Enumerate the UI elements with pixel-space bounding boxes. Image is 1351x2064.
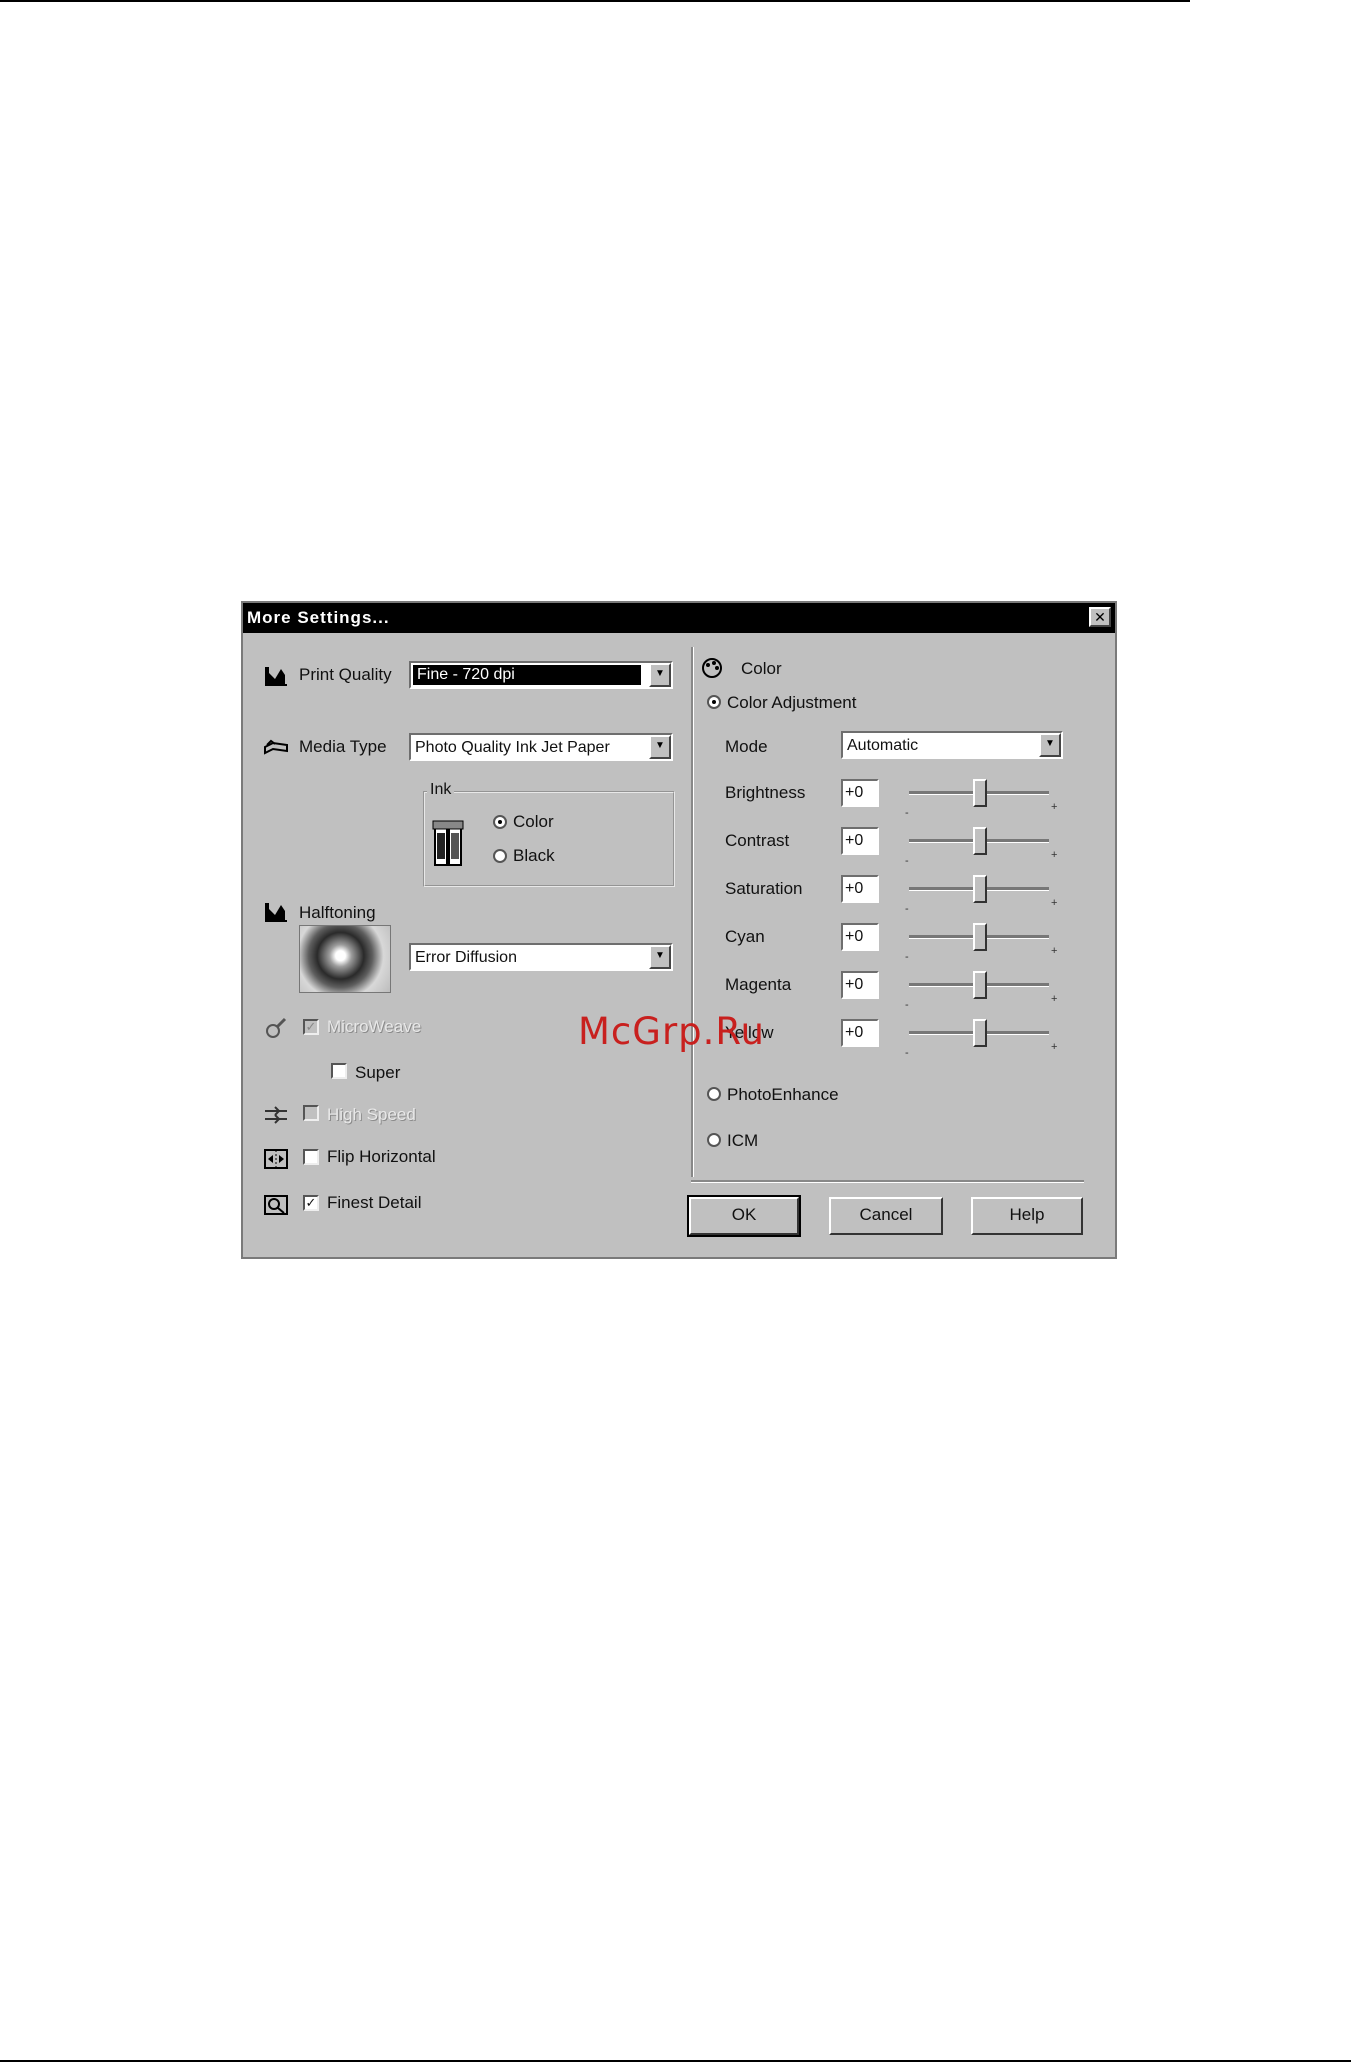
- slider-label-2: Saturation: [725, 879, 803, 898]
- cancel-button[interactable]: Cancel: [829, 1197, 943, 1235]
- photoenhance-label: PhotoEnhance: [727, 1085, 839, 1104]
- microweave-label: MicroWeave: [327, 1017, 422, 1036]
- finest-detail-icon: [264, 1195, 288, 1215]
- slider-max-tick-3: +: [1051, 945, 1058, 957]
- chevron-down-icon[interactable]: ▼: [649, 663, 671, 687]
- mode-select[interactable]: Automatic ▼: [841, 731, 1063, 759]
- slider-max-tick-5: +: [1051, 1041, 1058, 1053]
- print-quality-select[interactable]: Fine - 720 dpi ▼: [409, 661, 673, 689]
- microweave-checkbox[interactable]: ✓: [303, 1019, 319, 1035]
- media-type-select[interactable]: Photo Quality Ink Jet Paper ▼: [409, 733, 673, 761]
- chevron-down-icon[interactable]: ▼: [1039, 733, 1061, 757]
- slider-min-tick-2: -: [905, 903, 909, 915]
- ink-color-radio[interactable]: [493, 815, 507, 829]
- slider-label-3: Cyan: [725, 927, 765, 946]
- super-label: Super: [355, 1063, 401, 1082]
- horizontal-separator: [691, 1180, 1084, 1183]
- slider-min-tick-1: -: [905, 855, 909, 867]
- photoenhance-radio[interactable]: [707, 1087, 721, 1101]
- microweave-icon: [266, 1017, 287, 1038]
- flip-horizontal-label: Flip Horizontal: [327, 1147, 436, 1166]
- ink-cartridge-icon: [432, 820, 464, 866]
- flip-horizontal-icon: [264, 1149, 288, 1169]
- slider-thumb-1[interactable]: [973, 827, 987, 855]
- slider-value-3[interactable]: +0: [841, 923, 879, 951]
- super-checkbox[interactable]: [331, 1063, 347, 1079]
- flip-horizontal-checkbox[interactable]: [303, 1149, 319, 1165]
- print-quality-label: Print Quality: [299, 665, 392, 684]
- icm-radio[interactable]: [707, 1133, 721, 1147]
- slider-thumb-4[interactable]: [973, 971, 987, 999]
- slider-max-tick-2: +: [1051, 897, 1058, 909]
- high-speed-checkbox[interactable]: [303, 1105, 319, 1121]
- halftoning-value: Error Diffusion: [415, 949, 517, 966]
- slider-thumb-0[interactable]: [973, 779, 987, 807]
- media-type-value: Photo Quality Ink Jet Paper: [415, 739, 610, 756]
- help-button[interactable]: Help: [971, 1197, 1083, 1235]
- halftone-preview-image: [299, 925, 391, 993]
- slider-thumb-3[interactable]: [973, 923, 987, 951]
- mode-value: Automatic: [847, 737, 919, 754]
- ink-group-title: Ink: [427, 781, 455, 799]
- top-rule: [0, 0, 1190, 2]
- close-button[interactable]: ✕: [1089, 607, 1111, 627]
- media-type-label: Media Type: [299, 737, 387, 756]
- high-speed-label: High Speed: [327, 1105, 416, 1124]
- mode-label: Mode: [725, 737, 768, 756]
- slider-label-0: Brightness: [725, 783, 806, 802]
- ink-color-label: Color: [513, 812, 554, 831]
- slider-label-1: Contrast: [725, 831, 790, 850]
- dialog-title: More Settings...: [247, 608, 390, 627]
- slider-thumb-2[interactable]: [973, 875, 987, 903]
- slider-max-tick-1: +: [1051, 849, 1058, 861]
- slider-max-tick-4: +: [1051, 993, 1058, 1005]
- slider-min-tick-4: -: [905, 999, 909, 1011]
- slider-max-tick-0: +: [1051, 801, 1058, 813]
- vertical-separator: [691, 647, 694, 1177]
- color-adjustment-radio[interactable]: [707, 695, 721, 709]
- chevron-down-icon[interactable]: ▼: [649, 945, 671, 969]
- ink-black-label: Black: [513, 846, 555, 865]
- title-bar: More Settings... ✕: [243, 603, 1115, 633]
- slider-min-tick-5: -: [905, 1047, 909, 1059]
- slider-value-2[interactable]: +0: [841, 875, 879, 903]
- slider-value-5[interactable]: +0: [841, 1019, 879, 1047]
- chevron-down-icon[interactable]: ▼: [649, 735, 671, 759]
- slider-min-tick-3: -: [905, 951, 909, 963]
- icm-label: ICM: [727, 1131, 759, 1150]
- ok-button[interactable]: OK: [687, 1195, 801, 1237]
- slider-thumb-5[interactable]: [973, 1019, 987, 1047]
- slider-value-0[interactable]: +0: [841, 779, 879, 807]
- high-speed-icon: [265, 1106, 287, 1124]
- halftoning-icon: [265, 903, 287, 922]
- slider-value-4[interactable]: +0: [841, 971, 879, 999]
- watermark: McGrp.Ru: [578, 1010, 765, 1053]
- color-section-title: Color: [741, 659, 782, 678]
- halftoning-label: Halftoning: [299, 903, 376, 922]
- color-palette-icon: [702, 658, 722, 678]
- print-quality-value: Fine - 720 dpi: [413, 665, 641, 685]
- finest-detail-checkbox[interactable]: ✓: [303, 1195, 319, 1211]
- bottom-rule: [0, 2060, 1351, 2062]
- print-quality-icon: [265, 667, 287, 686]
- slider-label-4: Magenta: [725, 975, 792, 994]
- finest-detail-label: Finest Detail: [327, 1193, 422, 1212]
- slider-value-1[interactable]: +0: [841, 827, 879, 855]
- slider-min-tick-0: -: [905, 807, 909, 819]
- halftoning-select[interactable]: Error Diffusion ▼: [409, 943, 673, 971]
- ink-black-radio[interactable]: [493, 849, 507, 863]
- color-adjustment-label: Color Adjustment: [727, 693, 857, 712]
- media-type-icon: [264, 739, 288, 755]
- more-settings-dialog: More Settings... ✕ Print Quality Fine - …: [241, 601, 1117, 1259]
